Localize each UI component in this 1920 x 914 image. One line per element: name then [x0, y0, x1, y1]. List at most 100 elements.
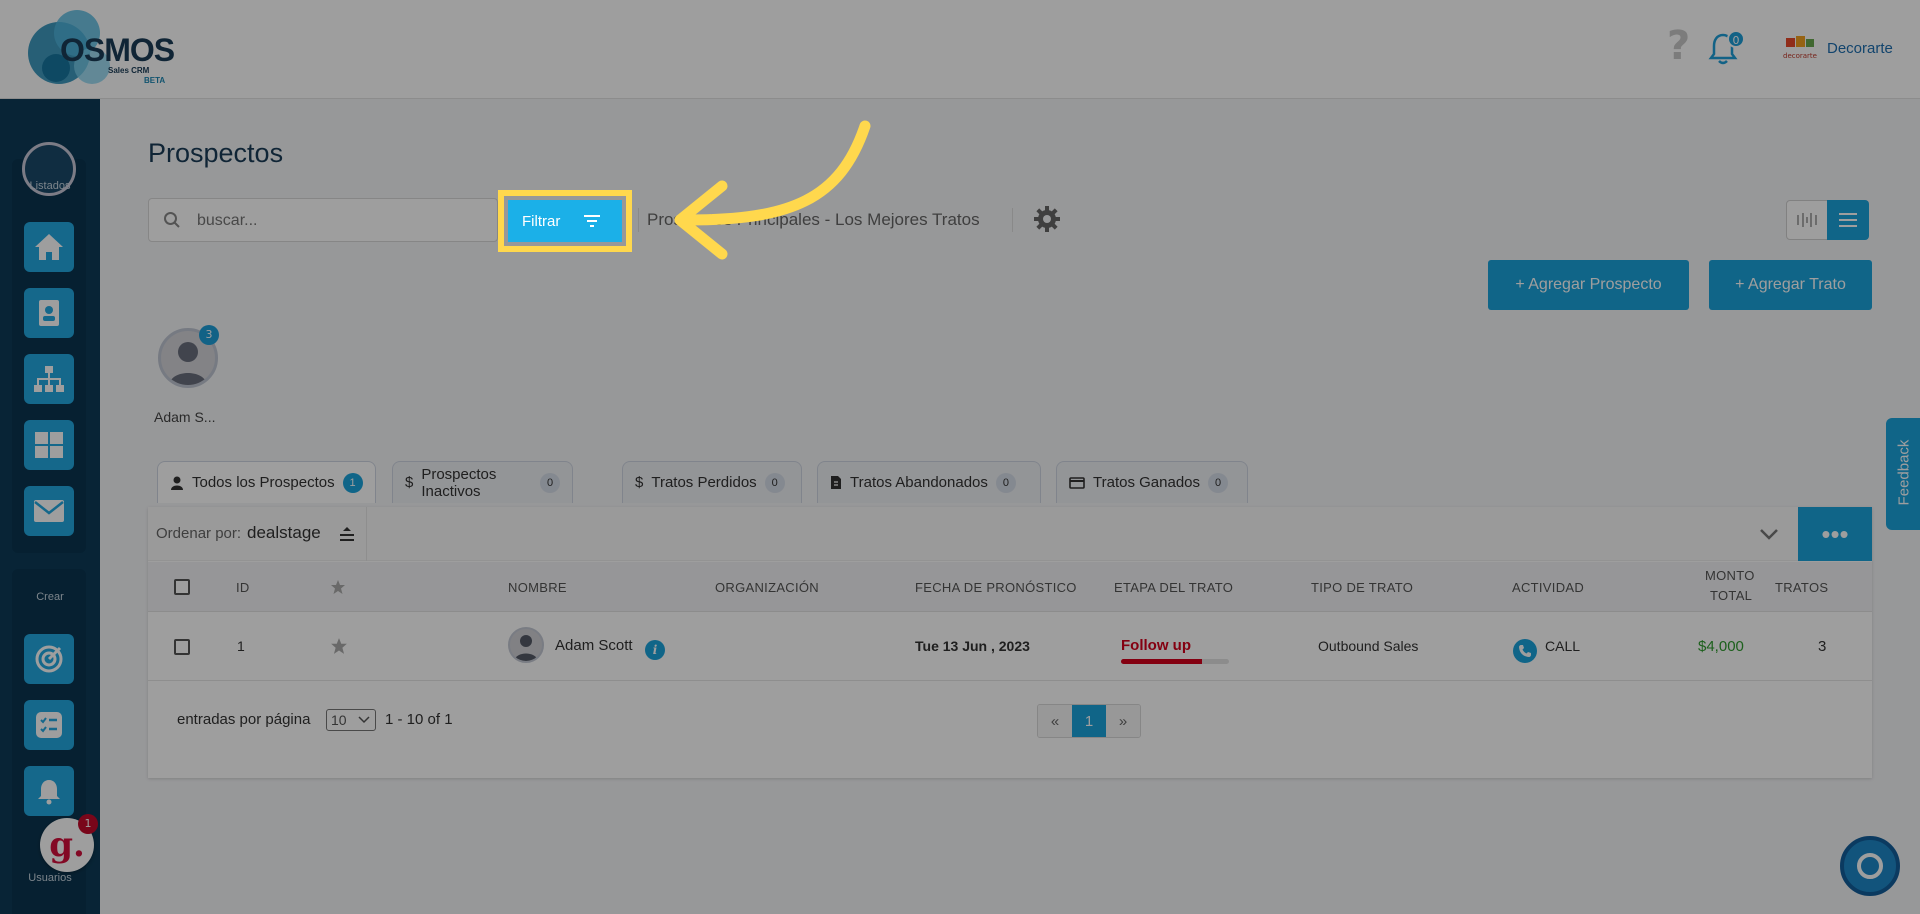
sidebar-item-new-reminder[interactable]	[24, 766, 74, 816]
sort-direction-icon[interactable]	[338, 525, 356, 543]
tab-count: 0	[1208, 472, 1228, 493]
contact-icon	[39, 300, 59, 326]
target-icon	[35, 645, 63, 673]
sidebar-section-listados: Listados	[29, 180, 71, 192]
sort-field-select[interactable]: dealstage	[247, 523, 321, 543]
home-icon	[35, 234, 63, 260]
tab-won-deals[interactable]: Tratos Ganados 0	[1056, 461, 1248, 503]
feedback-tab[interactable]: Feedback	[1886, 418, 1920, 530]
add-deal-button[interactable]: + Agregar Trato	[1709, 260, 1872, 310]
company-logo-text: decorarte	[1783, 52, 1817, 60]
tutorial-arrow-icon	[674, 120, 871, 260]
per-page-label: entradas por página	[177, 711, 311, 728]
avatar	[508, 627, 544, 663]
row-activity[interactable]: CALL	[1545, 638, 1580, 654]
per-page-select[interactable]: 10	[326, 709, 376, 731]
pagination: « 1 »	[1037, 704, 1141, 738]
search-icon	[164, 212, 180, 228]
row-checkbox[interactable]	[174, 639, 190, 655]
stage-progress-fill	[1121, 659, 1202, 664]
star-icon[interactable]	[330, 579, 346, 595]
filter-button[interactable]: Filtrar	[508, 200, 622, 242]
grammarly-badge: 1	[78, 814, 98, 834]
divider	[366, 507, 367, 561]
tab-count: 0	[540, 472, 560, 493]
column-deal-stage[interactable]: ETAPA DEL TRATO	[1114, 580, 1233, 595]
dollar-icon: $	[635, 474, 644, 491]
chevron-down-icon	[358, 716, 370, 724]
top-bar: OSMOS Sales CRM BETA ? 0 decorarte Decor…	[0, 0, 1920, 99]
tab-count: 0	[995, 472, 1016, 493]
feedback-label: Feedback	[1895, 439, 1913, 506]
select-all-checkbox[interactable]	[174, 579, 190, 595]
list-view-button[interactable]	[1827, 200, 1869, 240]
filter-label: Filtrar	[522, 212, 561, 230]
sidebar-item-contacts[interactable]	[24, 288, 74, 338]
view-toggle	[1786, 200, 1869, 240]
filter-highlight: Filtrar	[498, 190, 632, 252]
search-box	[148, 198, 498, 242]
row-forecast-date: Tue 13 Jun , 2023	[915, 638, 1030, 654]
company-logo-icon[interactable]: decorarte	[1782, 34, 1818, 62]
search-input[interactable]	[197, 209, 487, 233]
sidebar-item-mail[interactable]	[24, 486, 74, 536]
more-options-button[interactable]: •••	[1798, 507, 1872, 561]
person-icon	[514, 635, 538, 661]
next-page-button[interactable]: »	[1106, 705, 1140, 737]
user-count-badge: 3	[199, 325, 219, 345]
alarm-bell-icon	[38, 780, 60, 805]
column-total-amount-line2: TOTAL	[1710, 588, 1753, 603]
column-total-amount[interactable]: MONTO	[1705, 568, 1755, 583]
chat-widget-button[interactable]	[1840, 836, 1900, 896]
help-icon[interactable]: ?	[1667, 26, 1690, 66]
info-icon[interactable]: i	[645, 640, 665, 660]
osmos-logo[interactable]: OSMOS Sales CRM BETA	[24, 8, 184, 90]
company-name[interactable]: Decorarte	[1827, 40, 1893, 57]
tab-all-prospects[interactable]: Todos los Prospectos 1	[157, 461, 376, 503]
prospects-table-card: Ordenar por: dealstage ••• ID NOMBRE ORG…	[148, 507, 1872, 778]
row-deals: 3	[1818, 638, 1827, 655]
gear-icon[interactable]	[1032, 204, 1062, 234]
tab-count: 1	[342, 472, 363, 493]
column-id[interactable]: ID	[236, 580, 250, 595]
star-icon[interactable]	[330, 637, 348, 655]
column-activity[interactable]: ACTIVIDAD	[1512, 580, 1584, 595]
user-icon	[171, 476, 183, 490]
row-deal-stage: Follow up	[1121, 637, 1191, 654]
stage-progress-bar	[1121, 659, 1229, 664]
tab-lost-deals[interactable]: $ Tratos Perdidos 0	[622, 461, 802, 503]
sidebar-item-home[interactable]	[24, 222, 74, 272]
sidebar-item-new-task[interactable]	[24, 700, 74, 750]
sidebar-section-crear: Crear	[36, 591, 64, 603]
page-title: Prospectos	[148, 138, 284, 168]
per-page-value: 10	[331, 712, 347, 728]
page-1-button[interactable]: 1	[1072, 705, 1106, 737]
row-total-amount: $4,000	[1698, 638, 1744, 655]
column-name[interactable]: NOMBRE	[508, 580, 567, 595]
column-organization[interactable]: ORGANIZACIÓN	[715, 580, 819, 595]
tab-abandoned-deals[interactable]: Tratos Abandonados 0	[817, 461, 1041, 503]
divider	[638, 208, 639, 232]
column-forecast-date[interactable]: FECHA DE PRONÓSTICO	[915, 580, 1077, 595]
row-name[interactable]: Adam Scott	[555, 637, 633, 654]
phone-icon[interactable]	[1513, 639, 1537, 663]
column-deal-type[interactable]: TIPO DE TRATO	[1311, 580, 1413, 595]
kanban-view-button[interactable]	[1787, 201, 1827, 239]
chevron-down-icon[interactable]	[1758, 523, 1780, 545]
sidebar-item-dashboard[interactable]	[24, 420, 74, 470]
org-chart-icon	[34, 366, 64, 392]
add-prospect-button[interactable]: + Agregar Prospecto	[1488, 260, 1689, 310]
sidebar-item-new-goal[interactable]	[24, 634, 74, 684]
divider	[1012, 208, 1013, 232]
tab-label: Prospectos Inactivos	[421, 465, 497, 500]
tab-inactive-prospects[interactable]: $ Prospectos Inactivos 0	[392, 461, 573, 503]
tab-label: Tratos Abandonados	[850, 474, 988, 491]
logo-beta: BETA	[144, 76, 166, 85]
sidebar-item-organization[interactable]	[24, 354, 74, 404]
filter-icon	[584, 215, 601, 227]
prev-page-button[interactable]: «	[1038, 705, 1072, 737]
column-deals[interactable]: TRATOS	[1775, 580, 1828, 595]
dollar-icon: $	[405, 474, 414, 491]
tab-label: Tratos Perdidos	[651, 474, 757, 491]
table-row[interactable]: 1 Adam Scott i Tue 13 Jun , 2023 Follow …	[148, 613, 1872, 681]
